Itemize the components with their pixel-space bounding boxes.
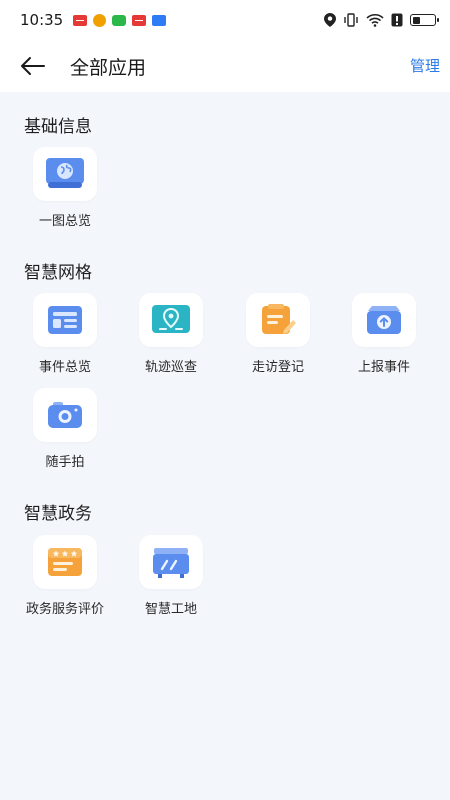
battery-icon — [410, 14, 439, 26]
app-label: 随手拍 — [45, 455, 85, 470]
app-smart-construction-site[interactable]: 智慧工地 — [121, 535, 221, 617]
app-label: 上报事件 — [357, 360, 410, 375]
app-tile[interactable] — [33, 293, 97, 347]
blue-upload-icon — [152, 14, 167, 26]
app-tile[interactable] — [139, 293, 203, 347]
location-icon — [324, 13, 336, 27]
status-bar: 10:35 — [0, 0, 450, 40]
app-label: 轨迹巡查 — [144, 360, 197, 375]
system-icons — [324, 13, 439, 27]
star-rating-card-icon — [48, 548, 82, 576]
app-tile[interactable] — [33, 147, 97, 201]
app-event-overview[interactable]: 事件总览 — [15, 293, 115, 375]
section-title-smart-grid: 智慧网格 — [24, 263, 92, 283]
app-label: 政务服务评价 — [25, 602, 104, 617]
globe-monitor-icon — [46, 158, 84, 188]
arrow-left-icon[interactable] — [18, 52, 48, 80]
app-tile[interactable] — [139, 535, 203, 589]
camera-icon — [48, 402, 82, 428]
app-label: 智慧工地 — [144, 602, 197, 617]
red-app-icon — [132, 14, 147, 26]
app-tile[interactable] — [246, 293, 310, 347]
app-header: 全部应用 管理 — [0, 40, 450, 92]
notification-icons — [73, 13, 167, 27]
list-card-icon — [48, 306, 82, 334]
wifi-icon — [366, 14, 384, 27]
map-pin-route-icon — [152, 305, 190, 333]
app-overview-map[interactable]: 一图总览 — [15, 147, 115, 229]
app-label: 事件总览 — [38, 360, 91, 375]
upload-tray-icon — [367, 306, 401, 334]
app-report-event[interactable]: 上报事件 — [334, 293, 434, 375]
battery-level — [412, 16, 420, 24]
app-tile[interactable] — [33, 535, 97, 589]
app-tile[interactable] — [352, 293, 416, 347]
app-label: 走访登记 — [251, 360, 304, 375]
section-title-basic-info: 基础信息 — [24, 117, 92, 137]
manage-button[interactable]: 管理 — [410, 55, 440, 76]
page-title: 全部应用 — [70, 57, 147, 79]
vibrate-icon — [344, 13, 358, 27]
app-label: 一图总览 — [38, 214, 91, 229]
notepad-pen-icon — [262, 304, 296, 334]
status-time: 10:35 — [20, 11, 64, 29]
weibo-icon — [93, 13, 107, 27]
alert-icon — [391, 13, 403, 27]
section-title-smart-government: 智慧政务 — [24, 504, 92, 524]
app-snapshot[interactable]: 随手拍 — [15, 388, 115, 470]
app-visit-registration[interactable]: 走访登记 — [228, 293, 328, 375]
construction-board-icon — [153, 548, 189, 578]
wechat-icon — [112, 14, 127, 26]
app-track-patrol[interactable]: 轨迹巡查 — [121, 293, 221, 375]
red-app-icon — [73, 14, 88, 26]
app-tile[interactable] — [33, 388, 97, 442]
app-service-evaluation[interactable]: 政务服务评价 — [15, 535, 115, 617]
